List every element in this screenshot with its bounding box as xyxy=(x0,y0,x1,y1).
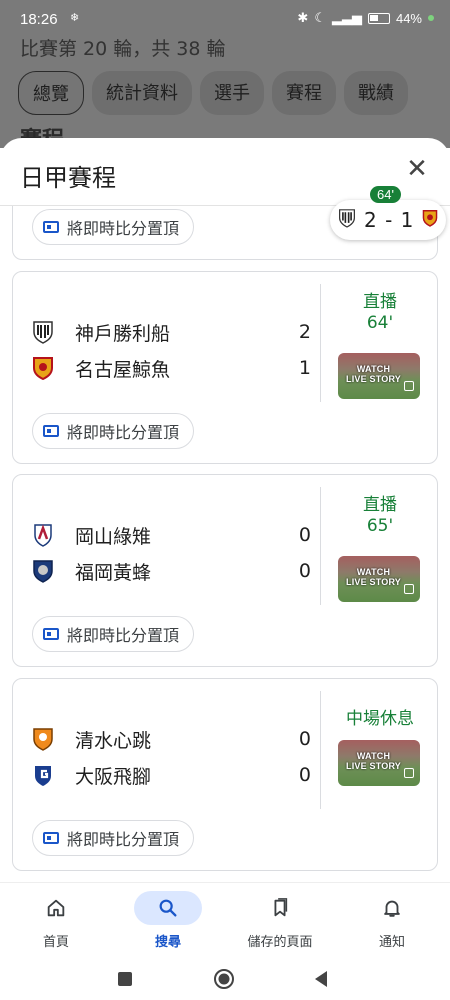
floating-live-score-chip[interactable]: 64' 2 - 1 xyxy=(330,186,446,240)
story-icon xyxy=(404,768,414,778)
match-status: 直播 xyxy=(363,495,397,515)
pin-live-score-button[interactable]: 將即時比分置頂 xyxy=(32,209,195,245)
story-icon xyxy=(404,381,414,391)
background-page: 比賽第 20 輪，共 38 輪 總覽 統計資料 選手 賽程 戰績 賽程 xyxy=(0,38,450,148)
match-status: 中場休息 xyxy=(346,709,414,729)
system-nav-bar xyxy=(0,958,450,1000)
back-button[interactable] xyxy=(306,964,336,994)
tab-schedule: 賽程 xyxy=(272,71,336,115)
recents-button[interactable] xyxy=(110,964,140,994)
pin-live-score-button[interactable]: 將即時比分置頂 xyxy=(32,616,195,652)
pin-label: 將即時比分置頂 xyxy=(67,830,180,849)
privacy-dot-icon xyxy=(428,15,434,21)
dnd-icon: ☾ xyxy=(314,10,326,25)
app-notification-icon: ❄ xyxy=(70,11,80,24)
home-system-button[interactable] xyxy=(209,964,239,994)
nav-home[interactable]: 首頁 xyxy=(0,891,112,950)
team-name: 清水心跳 xyxy=(75,729,152,752)
team-crest-icon xyxy=(31,559,55,583)
nav-search[interactable]: 搜尋 xyxy=(112,891,224,950)
match-minute: 65' xyxy=(366,516,394,536)
team-name: 岡山綠雉 xyxy=(75,525,152,548)
battery-icon xyxy=(367,12,390,24)
pin-label: 將即時比分置頂 xyxy=(67,423,180,442)
team-score: 0 xyxy=(298,728,311,750)
home-team-row: 清水心跳 0 xyxy=(31,724,311,754)
bluetooth-icon: ✱ xyxy=(297,10,309,25)
status-bar: 18:26 ❄ ✱ ☾ ▂▃▅ 44% xyxy=(0,0,450,38)
team-crest-icon xyxy=(31,763,55,787)
team-name: 大阪飛腳 xyxy=(75,765,152,788)
team-score: 0 xyxy=(298,764,311,786)
pin-label: 將即時比分置頂 xyxy=(67,626,180,645)
thumbnail-text: WATCH LIVE STORY xyxy=(346,751,402,771)
team-crest-icon xyxy=(31,727,55,751)
nav-saved-pages[interactable]: 儲存的頁面 xyxy=(224,891,336,950)
match-minute: 64' xyxy=(366,313,394,333)
team-name: 神戶勝利船 xyxy=(75,322,171,345)
nav-label: 通知 xyxy=(378,935,405,950)
home-icon xyxy=(22,891,90,925)
home-team-row: 神戶勝利船 2 xyxy=(31,317,311,347)
chip-minute: 64' xyxy=(370,186,401,203)
tab-players: 選手 xyxy=(200,71,264,115)
bookmarks-icon xyxy=(246,891,314,925)
away-team-row: 名古屋鯨魚 1 xyxy=(31,353,311,383)
team-crest-icon xyxy=(31,356,55,380)
close-button[interactable]: ✕ xyxy=(402,154,432,184)
team-crest-icon xyxy=(422,209,438,231)
team-crest-icon xyxy=(31,320,55,344)
tab-stats: 統計資料 xyxy=(92,71,192,115)
bottom-nav: 首頁 搜尋 儲存的頁面 通知 xyxy=(0,882,450,958)
tab-overview: 總覽 xyxy=(18,71,84,115)
search-icon xyxy=(134,891,202,925)
thumbnail-text: WATCH LIVE STORY xyxy=(346,364,402,384)
pin-live-score-button[interactable]: 將即時比分置頂 xyxy=(32,413,195,449)
team-name: 福岡黃蜂 xyxy=(75,561,152,584)
watch-live-story-thumbnail[interactable]: WATCH LIVE STORY xyxy=(338,556,420,602)
pin-icon xyxy=(43,832,59,844)
match-status: 直播 xyxy=(363,292,397,312)
nav-notifications[interactable]: 通知 xyxy=(336,891,448,950)
status-indicators: ✱ ☾ ▂▃▅ 44% xyxy=(297,10,434,26)
schedule-sheet: 日甲賽程 ✕ 將即時比分置頂 神戶勝利船 2 名古屋鯨魚 1 直播 64' WA… xyxy=(0,138,450,882)
away-team-row: 福岡黃蜂 0 xyxy=(31,556,311,586)
background-tabs: 總覽 統計資料 選手 賽程 戰績 xyxy=(18,71,408,115)
signal-icon: ▂▃▅ xyxy=(331,10,362,25)
away-team-row: 大阪飛腳 0 xyxy=(31,760,311,790)
thumbnail-text: WATCH LIVE STORY xyxy=(346,567,402,587)
pin-label: 將即時比分置頂 xyxy=(67,219,180,238)
watch-live-story-thumbnail[interactable]: WATCH LIVE STORY xyxy=(338,740,420,786)
nav-label: 儲存的頁面 xyxy=(247,935,313,950)
team-score: 0 xyxy=(298,524,311,546)
pin-icon xyxy=(43,221,59,233)
status-time: 18:26 xyxy=(20,11,58,28)
team-score: 1 xyxy=(298,357,311,379)
pin-live-score-button[interactable]: 將即時比分置頂 xyxy=(32,820,195,856)
team-crest-icon xyxy=(31,523,55,547)
pin-icon xyxy=(43,425,59,437)
team-score: 2 xyxy=(298,321,311,343)
team-name: 名古屋鯨魚 xyxy=(75,358,171,381)
round-subtitle: 比賽第 20 輪，共 38 輪 xyxy=(20,38,226,60)
sheet-title: 日甲賽程 xyxy=(20,164,116,192)
nav-label: 搜尋 xyxy=(154,935,181,950)
match-card[interactable]: 清水心跳 0 大阪飛腳 0 中場休息 WATCH LIVE STORY 將即時比分… xyxy=(12,678,438,871)
battery-percent: 44% xyxy=(395,10,422,26)
match-card[interactable]: 神戶勝利船 2 名古屋鯨魚 1 直播 64' WATCH LIVE STORY 將… xyxy=(12,271,438,464)
chip-score: 2 - 1 xyxy=(364,208,415,232)
home-team-row: 岡山綠雉 0 xyxy=(31,520,311,550)
match-list[interactable]: 將即時比分置頂 神戶勝利船 2 名古屋鯨魚 1 直播 64' WATCH LIV… xyxy=(0,206,450,882)
team-score: 0 xyxy=(298,560,311,582)
team-crest-icon xyxy=(338,208,356,232)
bell-icon xyxy=(358,891,426,925)
pin-icon xyxy=(43,628,59,640)
match-card[interactable]: 岡山綠雉 0 福岡黃蜂 0 直播 65' WATCH LIVE STORY 將即時… xyxy=(12,474,438,667)
nav-label: 首頁 xyxy=(42,935,69,950)
tab-standings: 戰績 xyxy=(344,71,408,115)
watch-live-story-thumbnail[interactable]: WATCH LIVE STORY xyxy=(338,353,420,399)
story-icon xyxy=(404,584,414,594)
